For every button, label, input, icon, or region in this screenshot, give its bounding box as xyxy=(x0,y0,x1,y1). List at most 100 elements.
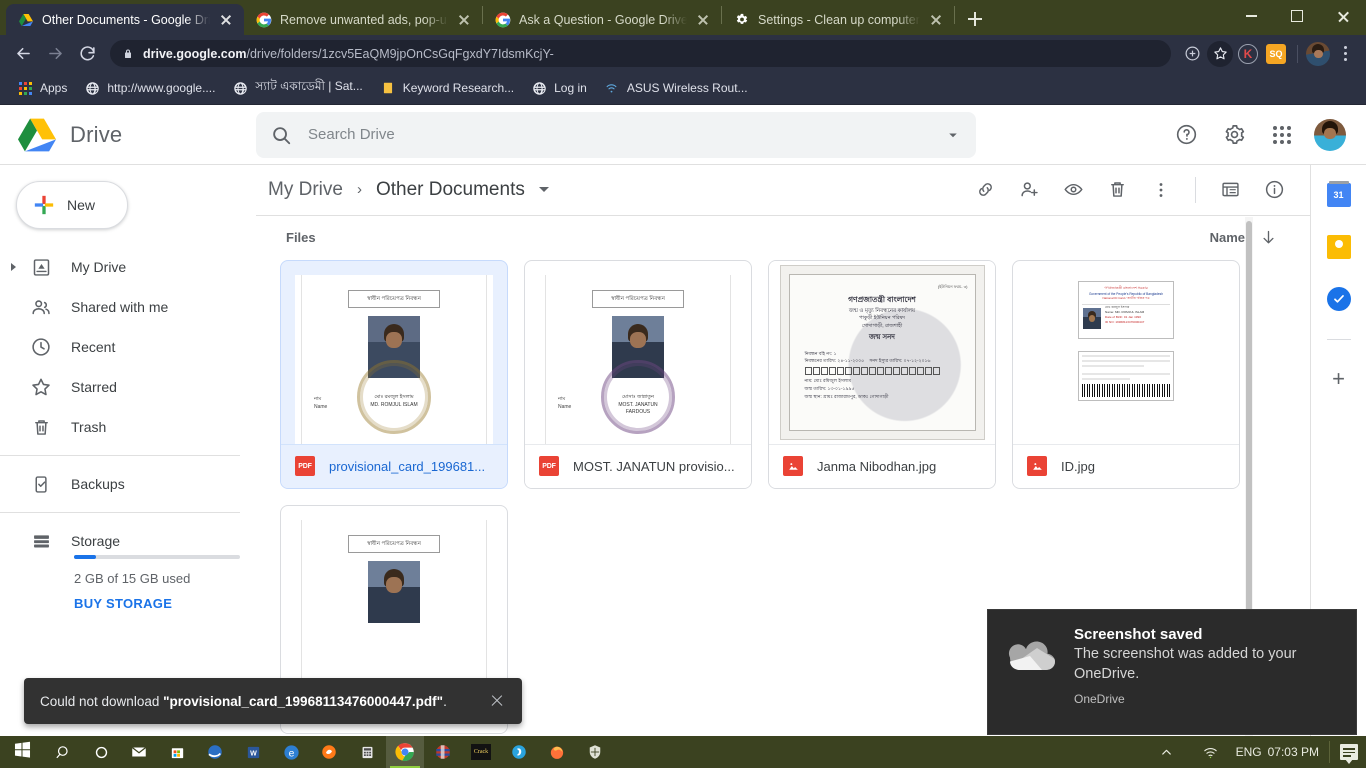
chevron-down-icon[interactable] xyxy=(944,126,962,144)
account-avatar[interactable] xyxy=(1314,118,1346,151)
drive-logo-area[interactable]: Drive xyxy=(16,116,256,154)
browser-tab-3[interactable]: Settings - Clean up computer xyxy=(722,4,954,35)
browser-tab-1[interactable]: Remove unwanted ads, pop-ups xyxy=(244,4,482,35)
language-indicator[interactable]: ENG xyxy=(1236,745,1262,759)
seoquake-extension-icon[interactable]: SQ xyxy=(1263,41,1289,67)
breadcrumb-current-folder[interactable]: Other Documents xyxy=(372,177,529,203)
kaspersky-extension-icon[interactable]: K xyxy=(1235,41,1261,67)
sidebar-item-my-drive[interactable]: My Drive xyxy=(0,247,256,287)
google-calendar-icon[interactable]: 31 xyxy=(1326,181,1351,207)
browser-tab-2[interactable]: Ask a Question - Google Drive He xyxy=(483,4,721,35)
bookmark-star-icon[interactable] xyxy=(1207,40,1233,67)
microsoft-store-icon[interactable] xyxy=(158,736,196,768)
tray-divider xyxy=(1329,741,1330,763)
notification-icon[interactable] xyxy=(1340,744,1358,764)
microsoft-word-icon[interactable]: W xyxy=(234,736,272,768)
microsoft-edge-icon[interactable]: e xyxy=(272,736,310,768)
close-icon[interactable] xyxy=(488,692,506,710)
arrow-down-icon[interactable] xyxy=(1259,228,1278,247)
browser-profile-avatar[interactable] xyxy=(1306,41,1330,66)
minimize-button[interactable] xyxy=(1228,0,1274,32)
bookmark-google[interactable]: http://www.google.... xyxy=(77,76,222,100)
thumb-field-values: মোসাঃ জান্নাতুন MOST. JANATUN FARDOUS xyxy=(546,394,730,417)
file-card[interactable]: স্বাধীন পরিচয়পত্র নিবন্ধন নাম Name মোসা… xyxy=(524,259,752,489)
bookmark-saat-academy[interactable]: স্যাট একাডেমী | Sat... xyxy=(225,74,369,102)
chrome-menu-kebab-icon[interactable] xyxy=(1332,41,1358,67)
forward-button[interactable] xyxy=(40,39,70,69)
sidebar-item-backups[interactable]: Backups xyxy=(0,464,256,504)
file-card[interactable]: (ইউনিয়ন ফরম- ৩) গণপ্রজাতন্ত্রী বাংলাদেশ… xyxy=(768,259,996,489)
firefox-icon[interactable] xyxy=(538,736,576,768)
add-addon-plus-icon[interactable]: + xyxy=(1332,368,1345,390)
close-icon[interactable] xyxy=(695,12,711,28)
ccleaner-icon[interactable] xyxy=(500,736,538,768)
sort-control[interactable]: Name xyxy=(1210,228,1278,247)
settings-gear-icon[interactable] xyxy=(1218,119,1250,151)
wifi-icon[interactable] xyxy=(1192,736,1230,768)
bookmark-asus-router[interactable]: ASUS Wireless Rout... xyxy=(597,76,755,100)
sidebar-item-trash[interactable]: Trash xyxy=(0,407,256,447)
more-actions-kebab-icon[interactable] xyxy=(1141,170,1181,210)
flag-app-icon[interactable] xyxy=(424,736,462,768)
sidebar-item-shared-with-me[interactable]: Shared with me xyxy=(0,287,256,327)
address-bar[interactable]: drive.google.com/drive/folders/1zcv5EaQM… xyxy=(110,40,1171,67)
buy-storage-link[interactable]: BUY STORAGE xyxy=(74,596,240,611)
file-card[interactable]: গণপ্রজাতন্ত্রী বাংলাদেশ সরকার Government… xyxy=(1012,259,1240,489)
internet-explorer-icon[interactable] xyxy=(196,736,234,768)
scrollbar-thumb[interactable] xyxy=(1246,221,1252,639)
sidebar-item-storage[interactable]: Storage xyxy=(0,521,256,561)
google-tasks-icon[interactable] xyxy=(1326,287,1351,311)
add-person-icon[interactable] xyxy=(1009,170,1049,210)
install-app-icon[interactable] xyxy=(1179,41,1205,67)
drive-header-actions xyxy=(1170,118,1366,151)
expand-caret-icon[interactable] xyxy=(11,263,16,271)
system-tray: ENG 07:03 PM xyxy=(1148,736,1366,768)
security-shield-icon[interactable] xyxy=(576,736,614,768)
chevron-up-icon[interactable] xyxy=(1148,736,1186,768)
clock[interactable]: 07:03 PM xyxy=(1268,745,1319,759)
close-icon[interactable] xyxy=(456,12,472,28)
list-view-icon[interactable] xyxy=(1210,170,1250,210)
google-keep-icon[interactable] xyxy=(1326,235,1351,259)
sidebar-item-recent[interactable]: Recent xyxy=(0,327,256,367)
close-icon[interactable] xyxy=(218,12,234,28)
bookmark-apps[interactable]: Apps xyxy=(10,76,74,100)
storage-used-text: 2 GB of 15 GB used xyxy=(74,571,191,586)
mail-icon[interactable] xyxy=(120,736,158,768)
close-icon[interactable] xyxy=(928,12,944,28)
cortana-icon[interactable] xyxy=(82,736,120,768)
back-button[interactable] xyxy=(8,39,38,69)
search-input[interactable] xyxy=(308,126,928,143)
uc-browser-icon[interactable] xyxy=(310,736,348,768)
new-button[interactable]: New xyxy=(16,181,128,229)
browser-tab-0[interactable]: Other Documents - Google Drive xyxy=(6,4,244,35)
sidebar-item-label: Trash xyxy=(71,419,107,435)
get-link-icon[interactable] xyxy=(965,170,1005,210)
help-icon[interactable] xyxy=(1170,119,1202,151)
folder-icon xyxy=(380,80,396,96)
google-icon xyxy=(495,12,511,28)
preview-eye-icon[interactable] xyxy=(1053,170,1093,210)
bookmark-log-in[interactable]: Log in xyxy=(524,76,594,100)
breadcrumb-my-drive[interactable]: My Drive xyxy=(264,177,347,203)
details-info-icon[interactable] xyxy=(1254,170,1294,210)
new-tab-button[interactable] xyxy=(961,5,989,33)
start-button[interactable] xyxy=(0,736,44,768)
tab-title: Other Documents - Google Drive xyxy=(42,12,210,27)
crack-app-icon[interactable]: Crack xyxy=(462,736,500,768)
calculator-icon[interactable] xyxy=(348,736,386,768)
google-chrome-icon[interactable] xyxy=(386,736,424,768)
bookmark-keyword-research[interactable]: Keyword Research... xyxy=(373,76,521,100)
remove-trash-icon[interactable] xyxy=(1097,170,1137,210)
windows-notification-toast[interactable]: Screenshot saved The screenshot was adde… xyxy=(988,610,1356,734)
close-window-button[interactable] xyxy=(1320,0,1366,32)
sidebar-item-starred[interactable]: Starred xyxy=(0,367,256,407)
file-card[interactable]: স্বাধীন পরিচয়পত্র নিবন্ধন নাম Name মোঃ … xyxy=(280,259,508,489)
search-bar[interactable] xyxy=(256,111,976,158)
search-icon[interactable] xyxy=(44,736,82,768)
maximize-button[interactable] xyxy=(1274,0,1320,32)
reload-button[interactable] xyxy=(72,39,102,69)
chevron-down-icon[interactable] xyxy=(538,187,549,193)
google-apps-waffle-icon[interactable] xyxy=(1266,119,1298,151)
storage-block: 2 GB of 15 GB used BUY STORAGE xyxy=(0,555,256,611)
